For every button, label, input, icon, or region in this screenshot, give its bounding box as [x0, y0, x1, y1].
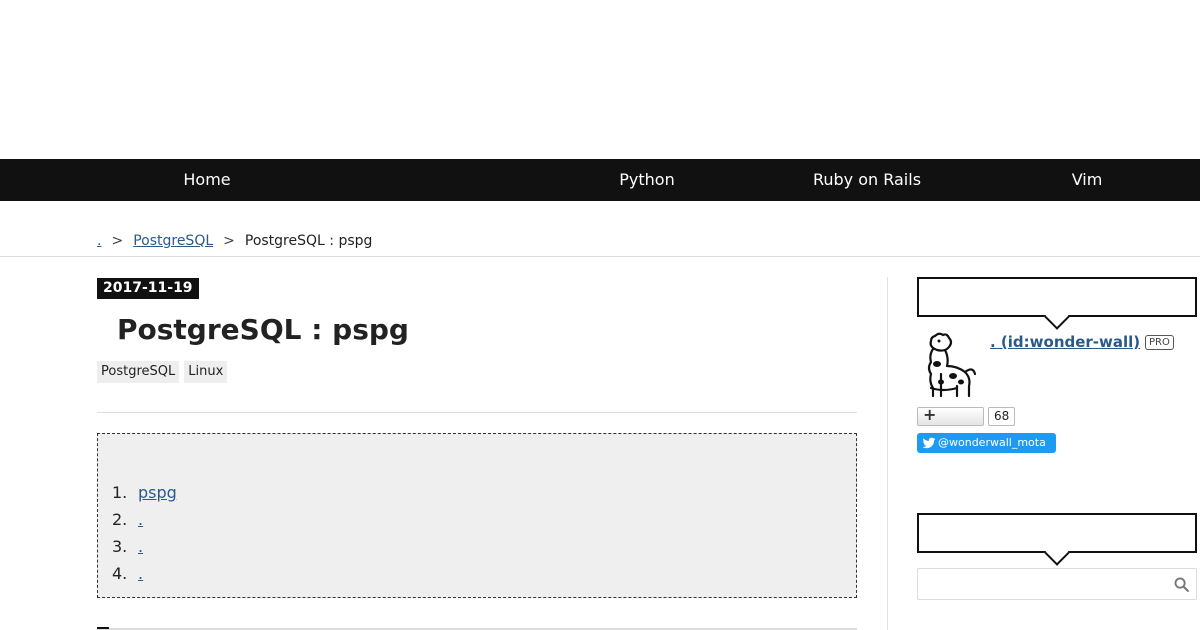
entry-title[interactable]: PostgreSQL : pspg [97, 312, 857, 348]
nav-item-vim[interactable]: Vim [977, 159, 1197, 201]
toc-link[interactable]: . [138, 536, 143, 563]
follow-button[interactable]: + [917, 405, 984, 426]
entry-main: 2017-11-19 PostgreSQL : pspg PostgreSQL … [97, 277, 857, 630]
pro-badge[interactable]: PRO [1145, 335, 1174, 350]
toc-item: 2. . [112, 509, 856, 536]
search-icon[interactable] [1173, 576, 1190, 593]
divider-mark [97, 627, 109, 629]
twitter-handle: @wonderwall_mota [938, 436, 1046, 449]
toc-number: 3. [112, 537, 128, 556]
sidebar-module-heading-search [917, 513, 1197, 553]
entry-tags: PostgreSQL Linux [97, 361, 857, 383]
twitter-bird-icon [922, 437, 936, 449]
divider [97, 412, 857, 413]
toc-link[interactable]: pspg [138, 482, 177, 509]
twitter-follow-button[interactable]: @wonderwall_mota [917, 433, 1056, 453]
nav-item-python[interactable]: Python [537, 159, 757, 201]
breadcrumb-category-link[interactable]: PostgreSQL [133, 233, 213, 249]
toc-item: 4. . [112, 563, 856, 590]
breadcrumb-divider [0, 256, 1200, 257]
sidebar-divider [887, 277, 888, 630]
toc-number: 1. [112, 483, 128, 502]
profile-name-link[interactable]: . (id:wonder-wall) [990, 333, 1140, 351]
blog-header [0, 0, 1200, 159]
toc-link[interactable]: . [138, 509, 143, 536]
toc-item: 3. . [112, 536, 856, 563]
avatar[interactable] [917, 330, 981, 400]
toc-item: 1. pspg [112, 482, 856, 509]
nav-item-ruby-on-rails[interactable]: Ruby on Rails [757, 159, 977, 201]
breadcrumb-current: PostgreSQL : pspg [244, 233, 373, 249]
breadcrumb-home-link[interactable]: . [97, 233, 101, 249]
search-input[interactable] [918, 569, 1168, 599]
table-of-contents: 1. pspg 2. . 3. . 4. . [97, 433, 857, 598]
sidebar-module-heading-profile [917, 277, 1197, 317]
toc-number: 4. [112, 564, 128, 583]
search-box [917, 568, 1197, 600]
global-nav: Home Python Ruby on Rails Vim [0, 159, 1200, 201]
toc-link[interactable]: . [138, 563, 143, 590]
breadcrumb-separator: > [111, 233, 124, 249]
follower-count[interactable]: 68 [988, 407, 1016, 426]
nav-item-home[interactable]: Home [97, 159, 317, 201]
breadcrumb: . > PostgreSQL > PostgreSQL : pspg [97, 233, 372, 249]
entry-date[interactable]: 2017-11-19 [97, 278, 199, 299]
tag-linux[interactable]: Linux [184, 361, 228, 383]
breadcrumb-separator: > [223, 233, 235, 249]
plus-icon: + [923, 405, 937, 424]
tag-postgresql[interactable]: PostgreSQL [97, 361, 180, 383]
toc-number: 2. [112, 510, 128, 529]
